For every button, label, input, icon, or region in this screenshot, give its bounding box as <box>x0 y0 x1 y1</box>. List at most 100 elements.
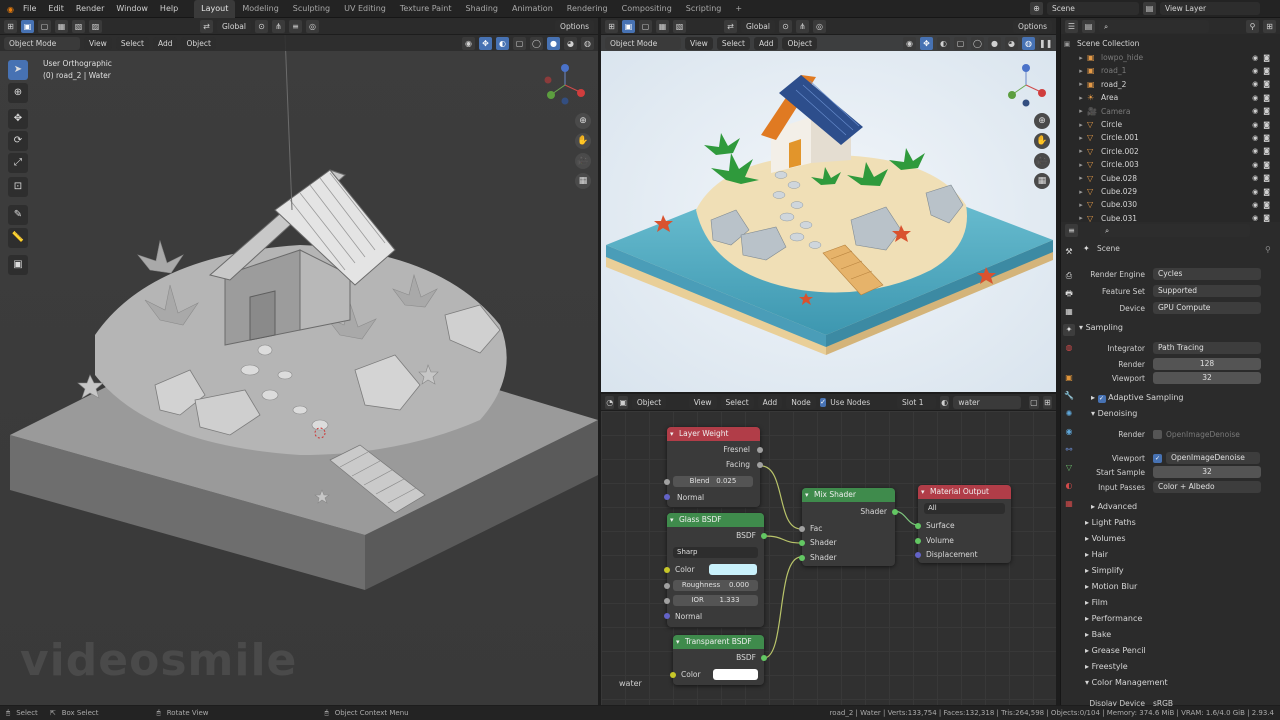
shader-type-select[interactable]: Object <box>631 395 667 409</box>
panel-header[interactable]: ▸ Grease Pencil <box>1085 644 1146 658</box>
visibility-toggle-icon[interactable]: ◉◙ <box>1252 188 1275 196</box>
socket-normal[interactable] <box>664 494 670 500</box>
outliner-item[interactable]: ▸ ▽ Cube.030 ◉◙ <box>1061 198 1280 211</box>
select-extend-icon[interactable]: ▦ <box>55 19 68 33</box>
wireframe-shading-icon[interactable]: ◯ <box>530 36 543 50</box>
pivot-icon[interactable]: ⊙ <box>254 19 268 33</box>
particles-tab-icon[interactable]: ✺ <box>1063 408 1075 420</box>
feature-set-select[interactable]: Supported <box>1153 285 1261 297</box>
axis-gizmo-icon[interactable] <box>1001 60 1051 110</box>
transform-orientation-select[interactable]: Global <box>217 19 251 33</box>
cursor-tool-icon[interactable]: ⊕ <box>8 83 28 103</box>
adaptive-sampling-row[interactable]: ▸ ✓ Adaptive Sampling <box>1091 391 1184 405</box>
tab-texture-paint[interactable]: Texture Paint <box>393 0 459 18</box>
socket-volume[interactable] <box>915 538 921 544</box>
panel-header[interactable]: ▸ Film <box>1085 596 1108 610</box>
pan-hand-icon[interactable]: ✋ <box>1034 133 1050 149</box>
axis-gizmo-icon[interactable] <box>540 60 590 110</box>
sampling-panel-header[interactable]: ▾ Sampling <box>1079 321 1123 335</box>
menu-help[interactable]: Help <box>154 0 184 18</box>
expand-icon[interactable]: ▸ <box>1075 134 1087 142</box>
panel-header[interactable]: ▸ Light Paths <box>1085 516 1136 530</box>
socket-shader-out[interactable] <box>892 509 898 515</box>
device-select[interactable]: GPU Compute <box>1153 302 1261 314</box>
visibility-toggle-icon[interactable]: ◉◙ <box>1252 94 1275 102</box>
panel-header[interactable]: ▸ Motion Blur <box>1085 580 1137 594</box>
node-material-output[interactable]: Material Output All Surface Volume Displ… <box>915 485 1011 563</box>
fullscreen-icon[interactable]: ⊞ <box>1042 395 1053 409</box>
menu-window[interactable]: Window <box>110 0 154 18</box>
viewport-solid[interactable]: User Orthographic (0) road_2 | Water vid… <box>0 35 598 705</box>
outliner-item[interactable]: ▸ ▣ lowpo_hide ◉◙ <box>1061 51 1280 64</box>
visibility-toggle-icon[interactable]: ◉◙ <box>1252 134 1275 142</box>
expand-icon[interactable]: ▸ <box>1075 121 1087 129</box>
solid-shading-icon[interactable]: ● <box>988 36 1001 50</box>
menu-add[interactable]: Add <box>152 36 178 50</box>
scene-tab-icon[interactable]: ✦ <box>1063 324 1075 336</box>
transform-orientation-select[interactable]: Global <box>741 19 775 33</box>
xray-icon[interactable]: ▢ <box>954 36 967 50</box>
material-icon[interactable]: ◐ <box>939 395 950 409</box>
pin-icon[interactable]: ⚲ <box>1265 245 1271 254</box>
viewport-rendered[interactable]: ⊕ ✋ 🎥 ▦ <box>601 35 1056 392</box>
socket-shader-2[interactable] <box>799 555 805 561</box>
visibility-toggle-icon[interactable]: ◉◙ <box>1252 121 1275 129</box>
gizmo-icon[interactable]: ✥ <box>479 36 492 50</box>
move-tool-icon[interactable]: ✥ <box>8 109 28 129</box>
socket-color[interactable] <box>670 672 676 678</box>
tab-modeling[interactable]: Modeling <box>235 0 285 18</box>
material-shading-icon[interactable]: ◕ <box>1005 36 1018 50</box>
render-engine-select[interactable]: Cycles <box>1153 268 1261 280</box>
distribution-select[interactable]: Sharp <box>673 547 758 558</box>
integrator-select[interactable]: Path Tracing <box>1153 342 1261 354</box>
scale-tool-icon[interactable]: ⤢ <box>8 153 28 173</box>
view-layer-selector[interactable]: View Layer <box>1160 2 1260 15</box>
expand-icon[interactable]: ▸ <box>1075 174 1087 182</box>
denoise-viewport-checkbox[interactable]: ✓ <box>1153 453 1162 463</box>
expand-icon[interactable]: ▸ <box>1075 94 1087 102</box>
rotate-tool-icon[interactable]: ⟳ <box>8 131 28 151</box>
expand-icon[interactable]: ▸ <box>1075 107 1087 115</box>
menu-node[interactable]: Node <box>786 395 816 409</box>
socket-shader-1[interactable] <box>799 540 805 546</box>
tab-scripting[interactable]: Scripting <box>679 0 729 18</box>
socket-blend[interactable] <box>664 479 670 485</box>
expand-icon[interactable]: ▸ <box>1075 54 1087 62</box>
pin-icon[interactable]: ▢ <box>1029 395 1039 409</box>
options-dropdown[interactable]: Options <box>555 19 594 33</box>
tab-rendering[interactable]: Rendering <box>560 0 615 18</box>
node-transparent-bsdf[interactable]: Transparent BSDF BSDF Color <box>670 635 767 685</box>
camera-view-icon[interactable]: 🎥 <box>1034 153 1050 169</box>
menu-object[interactable]: Object <box>782 36 817 50</box>
editor-type-icon[interactable]: ⊞ <box>4 19 17 33</box>
select-mode-icon[interactable]: ▣ <box>622 19 635 33</box>
outliner-item[interactable]: ▸ ▽ Circle.001 ◉◙ <box>1061 131 1280 144</box>
socket-bsdf[interactable] <box>761 533 767 539</box>
advanced-panel-header[interactable]: ▸ Advanced <box>1091 500 1137 514</box>
select-subtract-icon[interactable]: ▧ <box>673 19 686 33</box>
menu-select[interactable]: Select <box>720 395 754 409</box>
tool-tab-icon[interactable]: ⚒ <box>1063 246 1075 258</box>
rendered-shading-icon[interactable]: ◍ <box>581 36 594 50</box>
outliner-item[interactable]: ▸ 🎥 Camera ◉◙ <box>1061 105 1280 118</box>
target-select[interactable]: All <box>924 503 1005 514</box>
shader-type-icon[interactable]: ▣ <box>618 395 628 409</box>
use-nodes-checkbox[interactable]: ✓ <box>819 397 827 407</box>
socket-roughness[interactable] <box>664 583 670 589</box>
outliner-item[interactable]: ▸ ☀ Area ◉◙ <box>1061 91 1280 104</box>
outliner-item[interactable]: ▸ ▽ Circle ◉◙ <box>1061 118 1280 131</box>
menu-select[interactable]: Select <box>115 36 149 50</box>
material-name-field[interactable]: water <box>953 395 1022 409</box>
socket-facing[interactable] <box>757 462 763 468</box>
outliner-item[interactable]: ▸ ▣ road_2 ◉◙ <box>1061 78 1280 91</box>
outliner-item[interactable]: ▸ ▽ Circle.003 ◉◙ <box>1061 158 1280 171</box>
slot-select[interactable]: Slot 1 <box>897 395 936 409</box>
select-mode-icon[interactable]: ▣ <box>21 19 34 33</box>
start-sample-field[interactable]: 32 <box>1153 466 1261 478</box>
color-swatch[interactable] <box>709 564 757 575</box>
socket-surface[interactable] <box>915 523 921 529</box>
menu-add[interactable]: Add <box>753 36 779 50</box>
camera-view-icon[interactable]: 🎥 <box>575 153 591 169</box>
visibility-toggle-icon[interactable]: ◉◙ <box>1252 67 1275 75</box>
expand-icon[interactable]: ▸ <box>1075 147 1087 155</box>
